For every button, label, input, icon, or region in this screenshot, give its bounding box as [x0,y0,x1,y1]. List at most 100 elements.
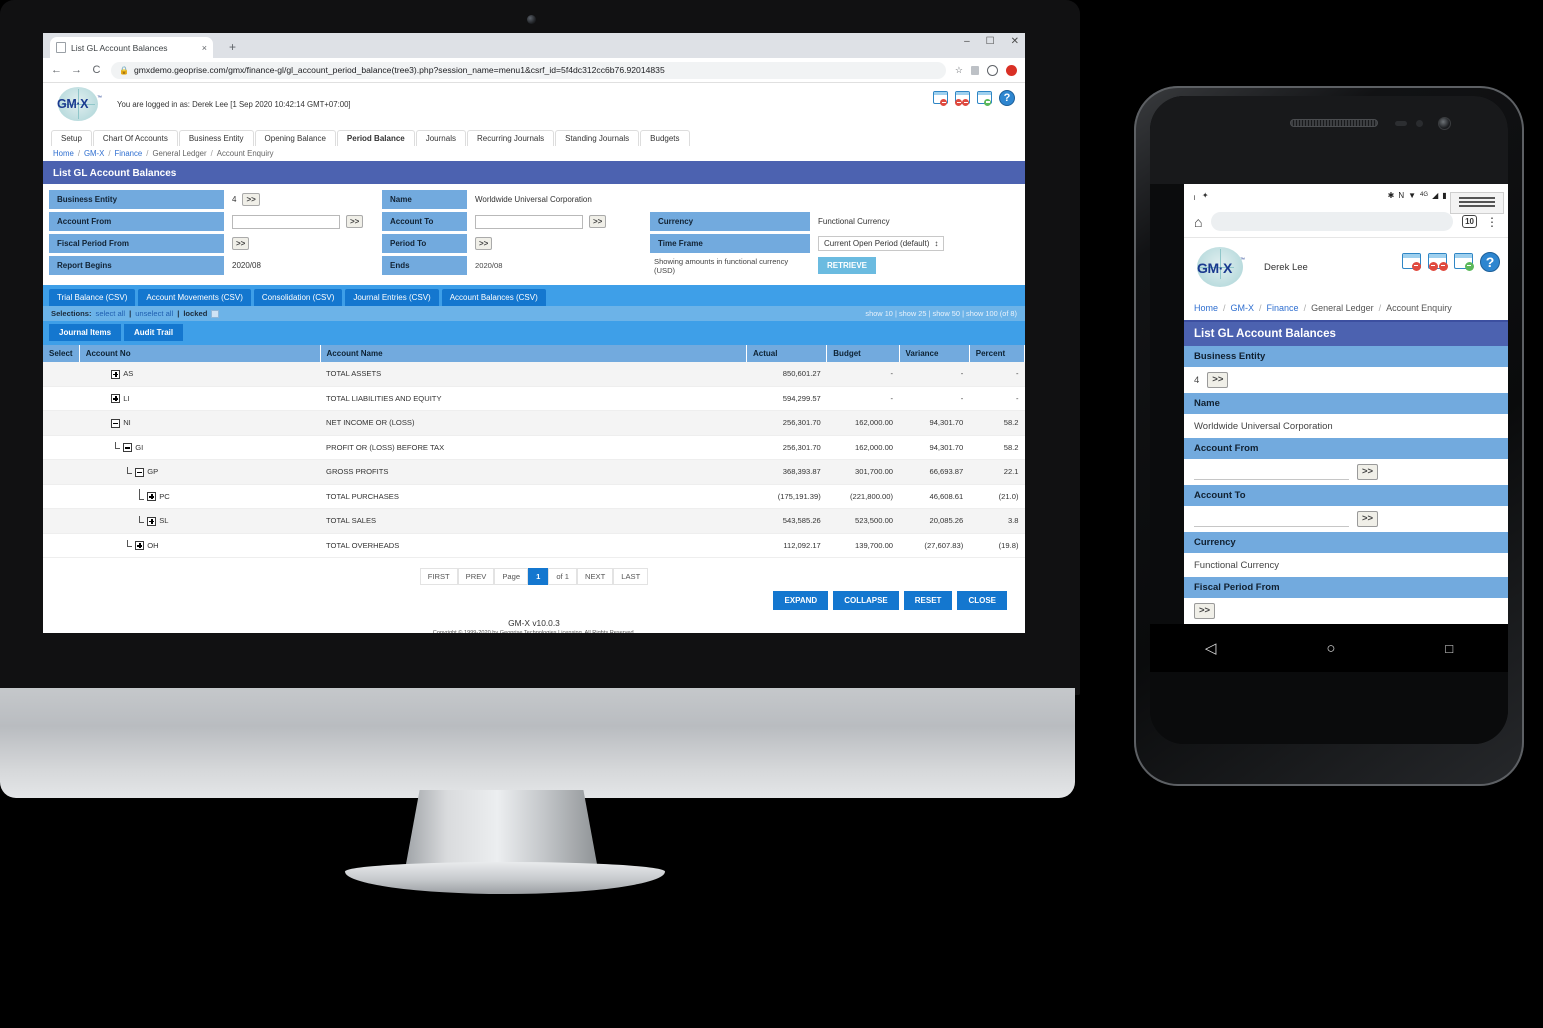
locked-checkbox[interactable] [211,309,220,318]
page-prev-button[interactable]: PREV [457,568,495,585]
table-row[interactable]: GI PROFIT OR (LOSS) BEFORE TAX 256,301.7… [43,435,1025,460]
account-from-input[interactable] [1194,464,1349,480]
business-entity-lookup-button[interactable]: >> [242,193,260,206]
minimize-icon[interactable]: – [964,37,970,47]
home-icon[interactable]: ○ [1326,640,1335,657]
tab-count-icon[interactable]: 10 [1462,215,1477,228]
page-next-button[interactable]: NEXT [577,568,614,585]
expand-plus-icon[interactable] [139,489,157,501]
audit-trail-button[interactable]: Audit Trail [124,324,184,341]
row-select-cell[interactable] [43,362,80,387]
expand-plus-icon[interactable] [109,369,121,379]
trial-balance-csv-button[interactable]: Trial Balance (CSV) [49,289,136,306]
account-to-lookup-button[interactable]: >> [1357,511,1379,527]
new-window-icon[interactable] [1454,253,1475,271]
account-to-lookup-button[interactable]: >> [589,215,607,228]
row-select-cell[interactable] [43,508,80,534]
account-movements-csv-button[interactable]: Account Movements (CSV) [138,289,251,306]
menu-tab-chart-of-accounts[interactable]: Chart Of Accounts [92,130,178,146]
account-from-input[interactable] [232,214,340,229]
account-from-lookup-button[interactable]: >> [1357,464,1379,480]
row-select-cell[interactable] [43,410,80,436]
expand-plus-icon[interactable] [139,515,157,526]
table-row[interactable]: GP GROSS PROFITS 368,393.87 301,700.00 6… [43,459,1025,485]
row-select-cell[interactable] [43,386,80,411]
help-icon[interactable]: ? [1480,252,1500,272]
help-icon[interactable]: ? [999,90,1015,106]
overflow-menu-icon[interactable]: ⋮ [1486,216,1498,228]
close-button[interactable]: CLOSE [957,591,1007,610]
browser-tab[interactable]: List GL Account Balances × [50,37,213,58]
new-window-icon[interactable] [977,90,994,106]
breadcrumb-finance[interactable]: Finance [115,149,143,158]
menu-tab-period-balance[interactable]: Period Balance [336,130,415,146]
column-header-percent[interactable]: Percent [969,345,1025,362]
back-icon[interactable]: ← [51,64,62,76]
table-row[interactable]: LI TOTAL LIABILITIES AND EQUITY 594,299.… [43,386,1025,411]
table-row[interactable]: PC TOTAL PURCHASES (175,191.39) (221,800… [43,484,1025,509]
back-icon[interactable]: ◁ [1205,639,1217,657]
column-header-actual[interactable]: Actual [746,345,828,362]
close-all-windows-icon[interactable] [1428,253,1449,271]
menu-tab-journals[interactable]: Journals [415,130,466,146]
bookmark-star-icon[interactable]: ☆ [955,65,963,76]
breadcrumb-gmx[interactable]: GM-X [1231,303,1255,313]
period-to-lookup-button[interactable]: >> [475,237,493,250]
collapse-button[interactable]: COLLAPSE [833,591,899,610]
extensions-icon[interactable] [971,65,979,75]
account-to-input[interactable] [1194,511,1349,527]
time-frame-select[interactable]: Current Open Period (default) ↕ [818,236,945,251]
select-all-link[interactable]: select all [96,309,126,318]
column-header-select[interactable]: Select [43,345,80,362]
table-row[interactable]: NI NET INCOME OR (LOSS) 256,301.70 162,0… [43,410,1025,436]
page-first-button[interactable]: FIRST [419,568,458,585]
close-icon[interactable]: × [202,43,207,53]
business-entity-lookup-button[interactable]: >> [1207,372,1229,388]
row-select-cell[interactable] [43,484,80,509]
row-select-cell[interactable] [43,459,80,485]
close-all-windows-icon[interactable] [955,90,972,106]
page-current[interactable]: 1 [528,568,549,585]
expand-plus-icon[interactable] [127,540,145,550]
row-select-cell[interactable] [43,435,80,460]
recents-icon[interactable]: □ [1445,641,1453,656]
account-to-input[interactable] [475,214,583,229]
breadcrumb-gmx[interactable]: GM-X [84,149,104,158]
menu-tab-setup[interactable]: Setup [51,130,92,146]
close-window-app-icon[interactable] [933,90,950,106]
expand-plus-icon[interactable] [109,394,121,403]
profile-avatar-icon[interactable] [987,64,998,76]
close-window-icon[interactable]: ✕ [1011,37,1019,47]
reload-icon[interactable]: C [91,64,102,76]
menu-tab-standing-journals[interactable]: Standing Journals [555,130,640,146]
journal-entries-csv-button[interactable]: Journal Entries (CSV) [345,289,439,306]
breadcrumb-home[interactable]: Home [1194,303,1218,313]
table-row[interactable]: AS TOTAL ASSETS 850,601.27 - - - [43,362,1025,387]
account-from-lookup-button[interactable]: >> [346,215,364,228]
forward-icon[interactable]: → [71,64,82,76]
collapse-minus-icon[interactable] [127,466,145,477]
menu-tab-business-entity[interactable]: Business Entity [178,130,254,146]
maximize-icon[interactable]: ☐ [986,37,995,47]
new-tab-button[interactable]: + [229,41,236,53]
column-header-account-name[interactable]: Account Name [320,345,748,362]
account-balances-csv-button[interactable]: Account Balances (CSV) [441,289,546,306]
menu-tab-budgets[interactable]: Budgets [640,130,690,146]
journal-items-button[interactable]: Journal Items [49,324,122,341]
collapse-minus-icon[interactable] [109,418,121,428]
column-header-budget[interactable]: Budget [826,345,900,362]
close-window-app-icon[interactable] [1402,253,1423,271]
fiscal-period-from-lookup-button[interactable]: >> [232,237,250,250]
breadcrumb-home[interactable]: Home [53,149,74,158]
address-bar[interactable]: 🔒 gmxdemo.geoprise.com/gmx/finance-gl/gl… [111,61,946,79]
page-size-options[interactable]: show 10 | show 25 | show 50 | show 100 (… [865,309,1017,318]
column-header-account-no[interactable]: Account No [79,345,321,362]
retrieve-button[interactable]: RETRIEVE [818,257,877,274]
menu-tab-recurring-journals[interactable]: Recurring Journals [466,130,555,146]
reset-button[interactable]: RESET [903,591,953,610]
row-select-cell[interactable] [43,533,80,558]
consolidation-csv-button[interactable]: Consolidation (CSV) [253,289,343,306]
breadcrumb-finance[interactable]: Finance [1267,303,1299,313]
column-header-variance[interactable]: Variance [899,345,970,362]
page-last-button[interactable]: LAST [613,568,649,585]
